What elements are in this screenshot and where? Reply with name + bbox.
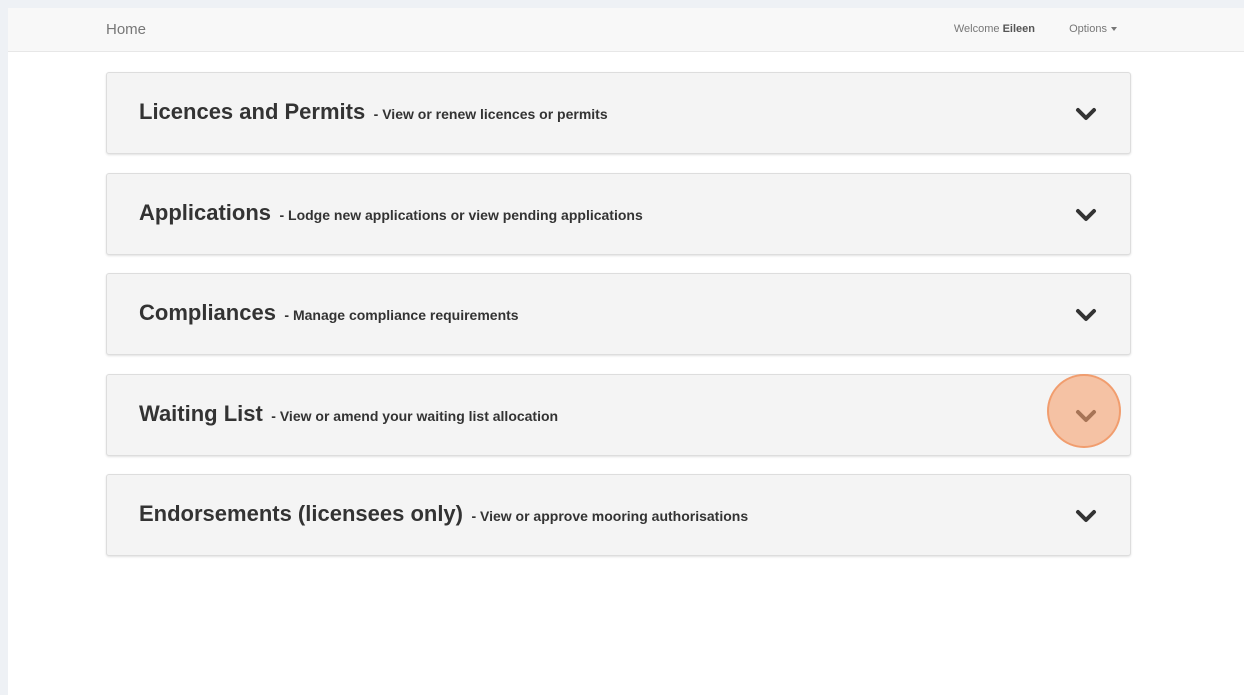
chevron-down-icon[interactable]	[1071, 202, 1101, 228]
panel-description: - Manage compliance requirements	[284, 307, 519, 323]
panel-description: - Lodge new applications or view pending…	[279, 207, 643, 223]
chevron-down-icon[interactable]	[1071, 503, 1101, 529]
panel-endorsements[interactable]: Endorsements (licensees only) - View or …	[106, 474, 1131, 556]
page: Home Welcome Eileen Options Licences and…	[8, 8, 1244, 695]
caret-down-icon	[1111, 27, 1117, 32]
options-label: Options	[1069, 23, 1107, 35]
options-dropdown[interactable]: Options	[1069, 23, 1117, 35]
panel-waiting-list[interactable]: Waiting List - View or amend your waitin…	[106, 374, 1131, 456]
top-navbar: Home Welcome Eileen Options	[8, 8, 1244, 52]
panel-applications[interactable]: Applications - Lodge new applications or…	[106, 173, 1131, 255]
panel-licences-and-permits[interactable]: Licences and Permits - View or renew lic…	[106, 72, 1131, 154]
chevron-down-icon[interactable]	[1071, 101, 1101, 127]
panel-heading: Applications - Lodge new applications or…	[139, 200, 643, 226]
panel-title: Waiting List	[139, 401, 263, 426]
panel-heading: Waiting List - View or amend your waitin…	[139, 401, 558, 427]
panel-heading: Endorsements (licensees only) - View or …	[139, 501, 748, 527]
panel-title: Endorsements (licensees only)	[139, 501, 463, 526]
panel-title: Compliances	[139, 300, 276, 325]
panel-heading: Compliances - Manage compliance requirem…	[139, 300, 519, 326]
panel-title: Applications	[139, 200, 272, 225]
welcome-text: Welcome Eileen	[954, 23, 1035, 35]
panel-description: - View or amend your waiting list alloca…	[271, 408, 559, 424]
panel-description: - View or renew licences or permits	[373, 106, 608, 122]
welcome-prefix: Welcome	[953, 23, 1000, 35]
panel-title: Licences and Permits	[139, 99, 366, 124]
panel-compliances[interactable]: Compliances - Manage compliance requirem…	[106, 273, 1131, 355]
panel-description: - View or approve mooring authorisations	[471, 508, 749, 524]
home-link[interactable]: Home	[106, 21, 146, 38]
user-name: Eileen	[1002, 23, 1035, 35]
chevron-down-icon[interactable]	[1071, 302, 1101, 328]
panel-heading: Licences and Permits - View or renew lic…	[139, 99, 608, 125]
chevron-down-icon[interactable]	[1071, 403, 1101, 429]
